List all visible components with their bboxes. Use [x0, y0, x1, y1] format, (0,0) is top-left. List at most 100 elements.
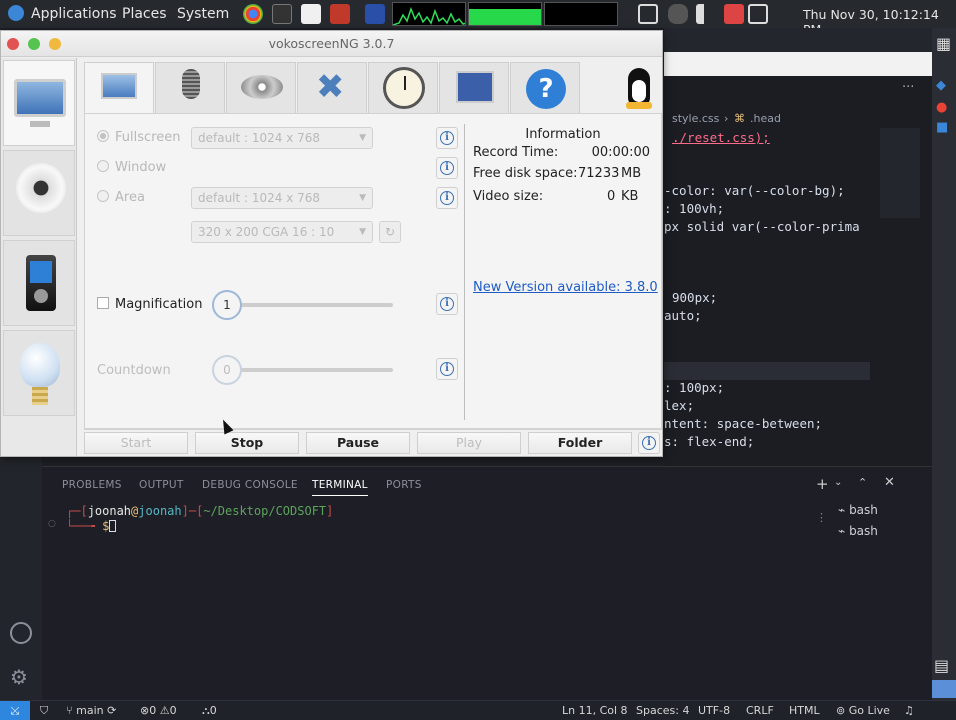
code-line[interactable]: s: flex-end;: [664, 434, 754, 449]
line-ending[interactable]: CRLF: [746, 704, 774, 717]
indentation[interactable]: Spaces: 4: [636, 704, 689, 717]
window-option[interactable]: Window: [97, 160, 166, 175]
grid-icon[interactable]: ▦: [936, 34, 951, 53]
new-version-link[interactable]: New Version available: 3.8.0: [473, 280, 658, 295]
tab-about[interactable]: ?: [510, 62, 580, 114]
shell-item-2[interactable]: ⌁ bash: [838, 524, 878, 538]
tab-screen[interactable]: [84, 62, 154, 116]
maximize-window-button[interactable]: [28, 38, 40, 50]
tab-problems[interactable]: PROBLEMS: [62, 479, 122, 491]
remote-icon[interactable]: ⤩: [0, 701, 30, 720]
shield-icon[interactable]: ⛉: [40, 704, 48, 718]
window-titlebar[interactable]: vokoscreenNG 3.0.7: [1, 31, 662, 57]
breadcrumb-file[interactable]: style.css: [672, 112, 719, 125]
minimap[interactable]: [880, 128, 920, 218]
fullscreen-info-button[interactable]: i: [436, 127, 458, 149]
stop-button[interactable]: Stop: [195, 432, 299, 454]
shell-item-1[interactable]: ⌁ bash: [838, 503, 878, 517]
apply-size-button[interactable]: ↻: [379, 221, 401, 243]
display-icon[interactable]: [638, 4, 658, 24]
code-line[interactable]: : 100px;: [664, 380, 724, 395]
start-button[interactable]: Start: [84, 432, 188, 454]
side-screencast-button[interactable]: [3, 60, 75, 146]
notifications-bell-icon[interactable]: ♫: [904, 704, 914, 717]
go-live[interactable]: ⊚ Go Live: [836, 704, 890, 717]
terminal-split-icon[interactable]: ⋮: [816, 511, 827, 524]
folder-button[interactable]: Folder: [528, 432, 632, 454]
account-icon[interactable]: [10, 622, 32, 644]
window-radio[interactable]: [97, 160, 109, 172]
tab-debug-console[interactable]: DEBUG CONSOLE: [202, 479, 298, 491]
microphone-icon[interactable]: [668, 4, 688, 24]
magnification-slider[interactable]: [227, 303, 393, 307]
menu-places[interactable]: Places: [122, 6, 167, 22]
area-radio[interactable]: [97, 190, 109, 202]
menu-applications[interactable]: Applications: [31, 6, 117, 22]
tab-log[interactable]: [439, 62, 509, 114]
problems-status[interactable]: ⊗0 ⚠0: [140, 704, 177, 717]
side-help-button[interactable]: [3, 330, 75, 416]
area-info-button[interactable]: i: [436, 187, 458, 209]
terminal-launcher-icon[interactable]: [272, 4, 292, 24]
settings-gear-icon[interactable]: ⚙: [10, 665, 28, 689]
minimize-window-button[interactable]: [49, 38, 61, 50]
tab-misc[interactable]: ✖: [297, 62, 367, 114]
code-line[interactable]: 900px;: [672, 290, 717, 305]
magnification-checkbox[interactable]: [97, 297, 109, 309]
tab-ports[interactable]: PORTS: [386, 479, 422, 491]
tab-terminal[interactable]: TERMINAL: [312, 479, 368, 496]
side-player-button[interactable]: [3, 240, 75, 326]
breadcrumb-symbol[interactable]: .head: [750, 112, 781, 125]
ports-status[interactable]: ⛬0: [202, 704, 217, 718]
fullscreen-option[interactable]: Fullscreen: [97, 130, 180, 145]
window-list-icon[interactable]: [748, 4, 768, 24]
maximize-panel-icon[interactable]: ⌃: [858, 476, 867, 489]
tab-output[interactable]: OUTPUT: [139, 479, 184, 491]
volume-icon[interactable]: [696, 4, 716, 24]
code-line[interactable]: -color: var(--color-bg);: [664, 183, 845, 198]
area-select[interactable]: default : 1024 x 768 ▼: [191, 187, 373, 209]
code-line[interactable]: ntent: space-between;: [664, 416, 822, 431]
magnification-option[interactable]: Magnification: [97, 297, 203, 312]
fullscreen-radio[interactable]: [97, 130, 109, 142]
branch-status[interactable]: ⑂ main ⟳: [66, 704, 116, 717]
countdown-slider[interactable]: [227, 368, 393, 372]
tab-audio[interactable]: [155, 62, 225, 114]
size-select[interactable]: 320 x 200 CGA 16 : 10 ▼: [191, 221, 373, 243]
code-line[interactable]: auto;: [664, 308, 702, 323]
controls-info-button[interactable]: i: [638, 432, 660, 454]
countdown-info-button[interactable]: i: [436, 358, 458, 380]
chrome-icon[interactable]: [243, 4, 263, 24]
app-icon[interactable]: ■: [936, 120, 948, 135]
side-camera-button[interactable]: [3, 150, 75, 236]
power-manager-icon[interactable]: [724, 4, 744, 24]
close-window-button[interactable]: [7, 38, 19, 50]
workspace-icon[interactable]: ▤: [934, 656, 949, 675]
area-option[interactable]: Area: [97, 190, 145, 205]
terminal-dropdown-icon[interactable]: ⌄: [834, 477, 842, 488]
media-icon[interactable]: [330, 4, 350, 24]
code-line[interactable]: : 100vh;: [664, 201, 724, 216]
code-line[interactable]: ./reset.css);: [672, 130, 770, 145]
applications-icon[interactable]: [8, 5, 24, 21]
screen-select[interactable]: default : 1024 x 768 ▼: [191, 127, 373, 149]
code-line[interactable]: px solid var(--color-prima: [664, 219, 860, 234]
window-info-button[interactable]: i: [436, 157, 458, 179]
magnification-knob[interactable]: 1: [212, 290, 242, 320]
new-terminal-icon[interactable]: +: [816, 475, 829, 493]
workspace-switcher[interactable]: [932, 680, 956, 698]
pause-button[interactable]: Pause: [306, 432, 410, 454]
code-line[interactable]: lex;: [664, 398, 694, 413]
vscode-launcher-icon[interactable]: [365, 4, 385, 24]
tab-timer[interactable]: [368, 62, 438, 114]
language-mode[interactable]: HTML: [789, 704, 820, 717]
document-icon[interactable]: [301, 4, 321, 24]
magnification-info-button[interactable]: i: [436, 293, 458, 315]
play-button[interactable]: Play: [417, 432, 521, 454]
tab-video[interactable]: [226, 62, 296, 114]
terminal-input-line[interactable]: └──╼ $: [66, 519, 117, 533]
vscode-icon[interactable]: ◆: [936, 78, 946, 93]
cursor-position[interactable]: Ln 11, Col 8: [562, 704, 628, 717]
more-actions-icon[interactable]: ···: [902, 80, 914, 95]
encoding[interactable]: UTF-8: [698, 704, 730, 717]
